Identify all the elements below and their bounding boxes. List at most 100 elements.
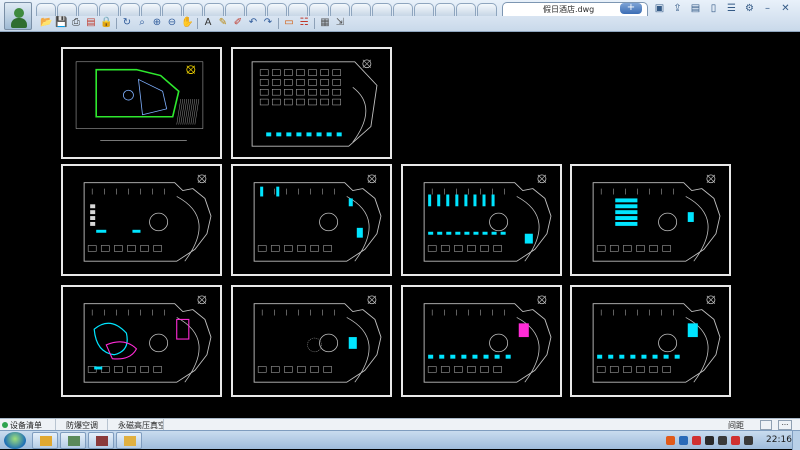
fountain xyxy=(122,89,134,101)
magenta-area xyxy=(176,318,190,340)
sheet-site-plan[interactable] xyxy=(61,47,222,159)
avatar-task[interactable] xyxy=(60,432,86,449)
tab-document-20[interactable] xyxy=(456,3,476,16)
sheet-floor-7[interactable] xyxy=(401,285,562,397)
room xyxy=(454,245,463,252)
layers-icon[interactable]: ▦ xyxy=(319,17,331,29)
room xyxy=(284,89,293,96)
sheet-floor-4[interactable] xyxy=(570,164,731,276)
tab-document-1[interactable] xyxy=(57,3,77,16)
zoom-icon[interactable]: ⌕ xyxy=(136,17,148,29)
undo-icon[interactable]: ↶ xyxy=(247,17,259,29)
clock[interactable]: 22:16 xyxy=(766,435,792,445)
tab-document-16[interactable] xyxy=(372,3,392,16)
explorer-task[interactable] xyxy=(32,432,58,449)
redo-icon[interactable]: ↷ xyxy=(262,17,274,29)
building-outline xyxy=(423,182,552,262)
cyan-equipment xyxy=(615,210,638,215)
cyan-equipment xyxy=(687,212,694,222)
measure-icon[interactable]: ▭ xyxy=(283,17,295,29)
export-icon[interactable]: ⇲ xyxy=(334,17,346,29)
sheet-basement-1[interactable] xyxy=(61,164,222,276)
tab-document-13[interactable] xyxy=(309,3,329,16)
zoom-out-icon[interactable]: ⊖ xyxy=(166,17,178,29)
tab-document-19[interactable] xyxy=(435,3,455,16)
pan-icon[interactable]: ✋ xyxy=(181,17,193,29)
tab-document-4[interactable] xyxy=(120,3,140,16)
sheet-ground-floor[interactable] xyxy=(231,47,392,159)
brush-icon[interactable]: ✐ xyxy=(232,17,244,29)
tab-document-14[interactable] xyxy=(330,3,350,16)
sheet-floor-3[interactable] xyxy=(401,164,562,276)
tab-document-2[interactable] xyxy=(78,3,98,16)
books-task[interactable] xyxy=(88,432,114,449)
rotate-icon[interactable]: ↻ xyxy=(121,17,133,29)
tab-document-11[interactable] xyxy=(267,3,287,16)
tab-document-3[interactable] xyxy=(99,3,119,16)
round-lobby xyxy=(149,333,169,353)
sheet-floor-2[interactable] xyxy=(231,164,392,276)
help-icon[interactable] xyxy=(679,436,688,445)
share-icon[interactable]: ⇪ xyxy=(672,3,683,14)
room xyxy=(440,366,450,373)
tab-document-17[interactable] xyxy=(393,3,413,16)
network-icon[interactable] xyxy=(718,436,727,445)
show-desktop-button[interactable] xyxy=(792,431,800,450)
folder-icon[interactable]: ▤ xyxy=(690,3,701,14)
title-bar: 假日酒店.dwg ✕ + ▣⇪▤▯☰⚙–✕ 📂💾⎙▤🔒↻⌕⊕⊖✋A✎✐↶↷▭☵▦… xyxy=(0,0,800,32)
room xyxy=(296,89,305,96)
room xyxy=(296,69,305,76)
user-avatar[interactable] xyxy=(4,2,32,30)
tab-document-5[interactable] xyxy=(141,3,161,16)
tab-document-18[interactable] xyxy=(414,3,434,16)
sheet-floor-6[interactable] xyxy=(231,285,392,397)
sheet-floor-5[interactable] xyxy=(61,285,222,397)
menu-icon[interactable]: ☰ xyxy=(726,3,737,14)
picture-icon[interactable]: ▣ xyxy=(654,3,665,14)
room xyxy=(284,98,293,106)
gear-icon[interactable]: ⚙ xyxy=(744,3,755,14)
tab-document-10[interactable] xyxy=(246,3,266,16)
room xyxy=(140,245,149,252)
chat-icon[interactable] xyxy=(705,436,714,445)
room xyxy=(636,245,645,252)
pdf-icon[interactable]: ▤ xyxy=(85,17,97,29)
volume-icon[interactable] xyxy=(744,436,753,445)
start-button[interactable] xyxy=(4,432,26,449)
lock-icon[interactable]: 🔒 xyxy=(100,17,112,29)
drawing-canvas[interactable] xyxy=(0,32,800,418)
print-icon[interactable]: ⎙ xyxy=(70,17,82,29)
shield-icon[interactable] xyxy=(692,436,701,445)
explorer-task-icon xyxy=(40,436,52,446)
cyan-unit xyxy=(439,354,445,359)
flag-icon[interactable] xyxy=(731,436,740,445)
save-icon[interactable]: 💾 xyxy=(55,17,67,29)
pencil-icon[interactable]: ✎ xyxy=(217,17,229,29)
tab-document-7[interactable] xyxy=(183,3,203,16)
tab-document-8[interactable] xyxy=(204,3,224,16)
phone-icon[interactable]: ▯ xyxy=(708,3,719,14)
minimize-icon[interactable]: – xyxy=(762,3,773,14)
building-outline xyxy=(83,182,212,262)
tab-document-9[interactable] xyxy=(225,3,245,16)
tab-document-15[interactable] xyxy=(351,3,371,16)
new-tab-button[interactable]: + xyxy=(620,3,642,14)
comment-icon[interactable] xyxy=(760,420,772,430)
text-icon[interactable]: A xyxy=(202,17,214,29)
avatar-task-icon xyxy=(68,436,80,446)
close-icon[interactable]: ✕ xyxy=(780,3,791,14)
sheet-floor-8[interactable] xyxy=(570,285,731,397)
open-icon[interactable]: 📂 xyxy=(40,17,52,29)
cyan-equipment xyxy=(132,229,141,233)
ime-icon[interactable] xyxy=(666,436,675,445)
room xyxy=(297,366,306,373)
zoom-window-icon[interactable]: ⊕ xyxy=(151,17,163,29)
folder-task[interactable] xyxy=(116,432,142,449)
tab-document-21[interactable] xyxy=(477,3,497,16)
tab-document-12[interactable] xyxy=(288,3,308,16)
tab-document-0[interactable] xyxy=(36,3,56,16)
cyan-unit xyxy=(652,354,658,359)
dimension-icon[interactable]: ☵ xyxy=(298,17,310,29)
more-button[interactable]: ··· xyxy=(778,420,792,430)
tab-document-6[interactable] xyxy=(162,3,182,16)
